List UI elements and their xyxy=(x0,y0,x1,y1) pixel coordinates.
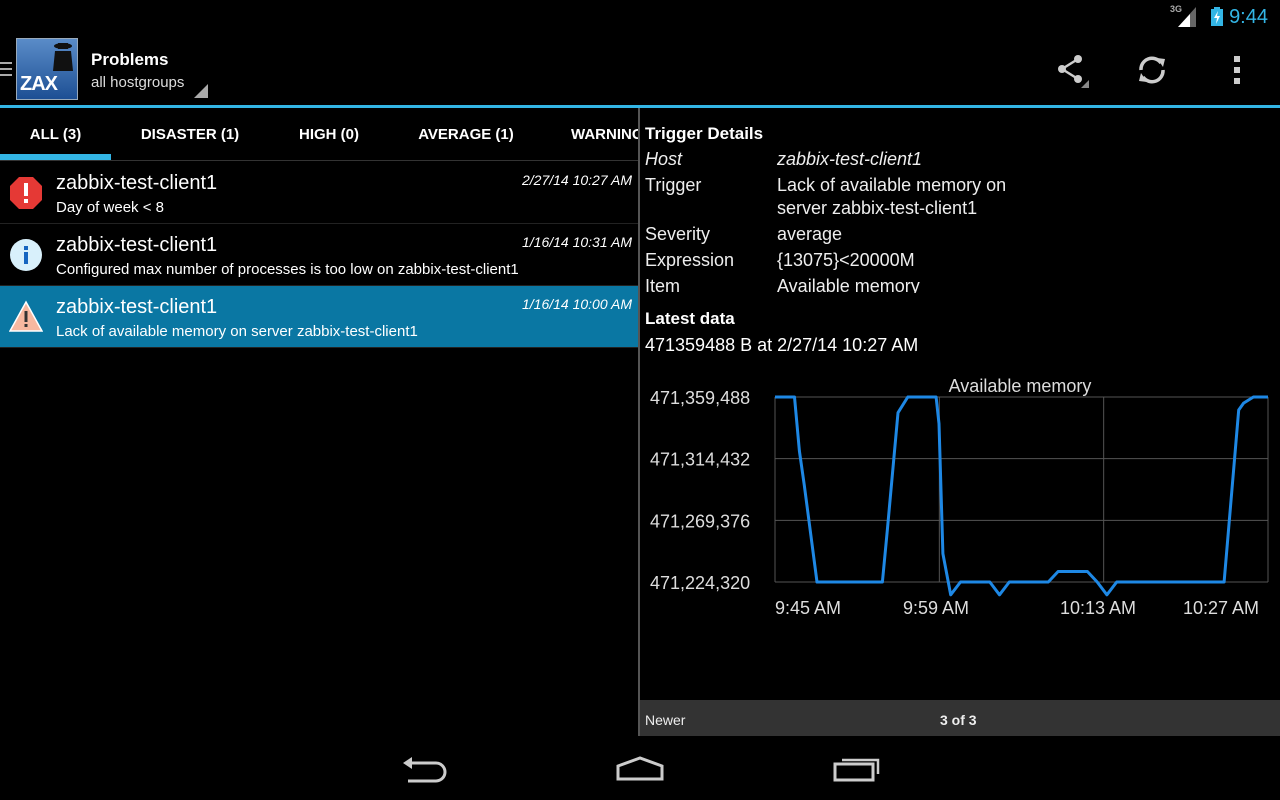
refresh-icon[interactable] xyxy=(1134,52,1170,88)
signal-icon xyxy=(1178,7,1196,27)
x-tick-label: 10:27 AM xyxy=(1183,598,1259,618)
x-tick-label: 9:45 AM xyxy=(775,598,841,618)
y-tick-label: 471,224,320 xyxy=(650,573,750,593)
trigger-label: Trigger xyxy=(645,175,702,195)
problem-host: zabbix-test-client1 xyxy=(56,234,218,256)
back-icon[interactable] xyxy=(400,754,448,784)
home-icon[interactable] xyxy=(614,756,666,782)
app-logo-text: ZAX xyxy=(20,73,58,95)
warning-icon xyxy=(9,300,43,332)
tab-all[interactable]: ALL (3) xyxy=(0,108,111,160)
problem-time: 1/16/14 10:00 AM xyxy=(521,296,632,312)
item-label: Item xyxy=(645,276,681,293)
tab-high[interactable]: HIGH (0) xyxy=(270,108,388,160)
problem-description: Configured max number of processes is to… xyxy=(56,261,519,278)
trigger-value-line1: Lack of available memory on xyxy=(777,175,1007,195)
problem-description: Day of week < 8 xyxy=(56,199,164,216)
memory-chart: Available memory 471,359,488 471,314,432 4… xyxy=(650,376,1269,618)
app-logo[interactable]: ZAX xyxy=(16,38,78,100)
y-tick-label: 471,269,376 xyxy=(650,511,750,531)
status-bar xyxy=(0,0,1280,33)
series-line xyxy=(775,395,1268,597)
overflow-menu-icon[interactable] xyxy=(1219,52,1255,88)
info-icon xyxy=(10,239,42,271)
expression-value: {13075}<20000M xyxy=(777,250,915,270)
disaster-icon xyxy=(10,177,42,209)
y-tick-label: 471,314,432 xyxy=(650,450,750,470)
drawer-icon[interactable] xyxy=(0,62,12,76)
details-heading: Trigger Details xyxy=(645,124,764,143)
page-indicator: 3 of 3 xyxy=(940,712,977,728)
item-value: Available memory xyxy=(777,276,920,293)
trigger-value-line2: server zabbix-test-client1 xyxy=(777,198,978,218)
tab-indicator xyxy=(0,154,111,160)
problem-time: 1/16/14 10:31 AM xyxy=(521,234,632,250)
recent-apps-icon[interactable] xyxy=(832,756,882,782)
latest-data-value: 471359488 B at 2/27/14 10:27 AM xyxy=(645,335,919,355)
problem-host: zabbix-test-client1 xyxy=(56,172,218,194)
host-value: zabbix-test-client1 xyxy=(777,149,923,169)
clock: 9:44 xyxy=(1229,6,1268,28)
dropdown-indicator-icon xyxy=(194,84,208,98)
hostgroup-selector[interactable]: all hostgroups xyxy=(91,74,184,91)
x-tick-label: 9:59 AM xyxy=(903,598,969,618)
expression-label: Expression xyxy=(645,250,735,270)
problem-row[interactable]: zabbix-test-client1 Day of week < 8 2/27… xyxy=(0,162,638,224)
battery-icon xyxy=(1211,7,1223,26)
severity-value: average xyxy=(777,224,843,244)
x-tick-label: 10:13 AM xyxy=(1060,598,1136,618)
page-title[interactable]: Problems xyxy=(91,50,168,70)
severity-label: Severity xyxy=(645,224,711,244)
navigation-bar xyxy=(0,736,1280,800)
tab-disaster[interactable]: DISASTER (1) xyxy=(120,108,260,160)
chart-title: Available memory xyxy=(949,376,1092,396)
spy-figure-icon xyxy=(53,43,73,71)
newer-button[interactable]: Newer xyxy=(645,712,685,728)
share-icon[interactable] xyxy=(1053,52,1089,88)
problem-host: zabbix-test-client1 xyxy=(56,296,218,318)
y-tick-label: 471,359,488 xyxy=(650,388,750,408)
tab-warning[interactable]: WARNING xyxy=(571,108,638,160)
problem-row-selected[interactable]: zabbix-test-client1 Lack of available me… xyxy=(0,286,638,348)
problem-row[interactable]: zabbix-test-client1 Configured max numbe… xyxy=(0,224,638,286)
problem-description: Lack of available memory on server zabbi… xyxy=(56,323,418,340)
tab-average[interactable]: AVERAGE (1) xyxy=(400,108,532,160)
latest-data-heading: Latest data xyxy=(645,309,735,328)
host-label: Host xyxy=(645,149,683,169)
details-scroll-clip: Item Available memory xyxy=(640,276,1280,293)
problem-time: 2/27/14 10:27 AM xyxy=(521,172,632,188)
